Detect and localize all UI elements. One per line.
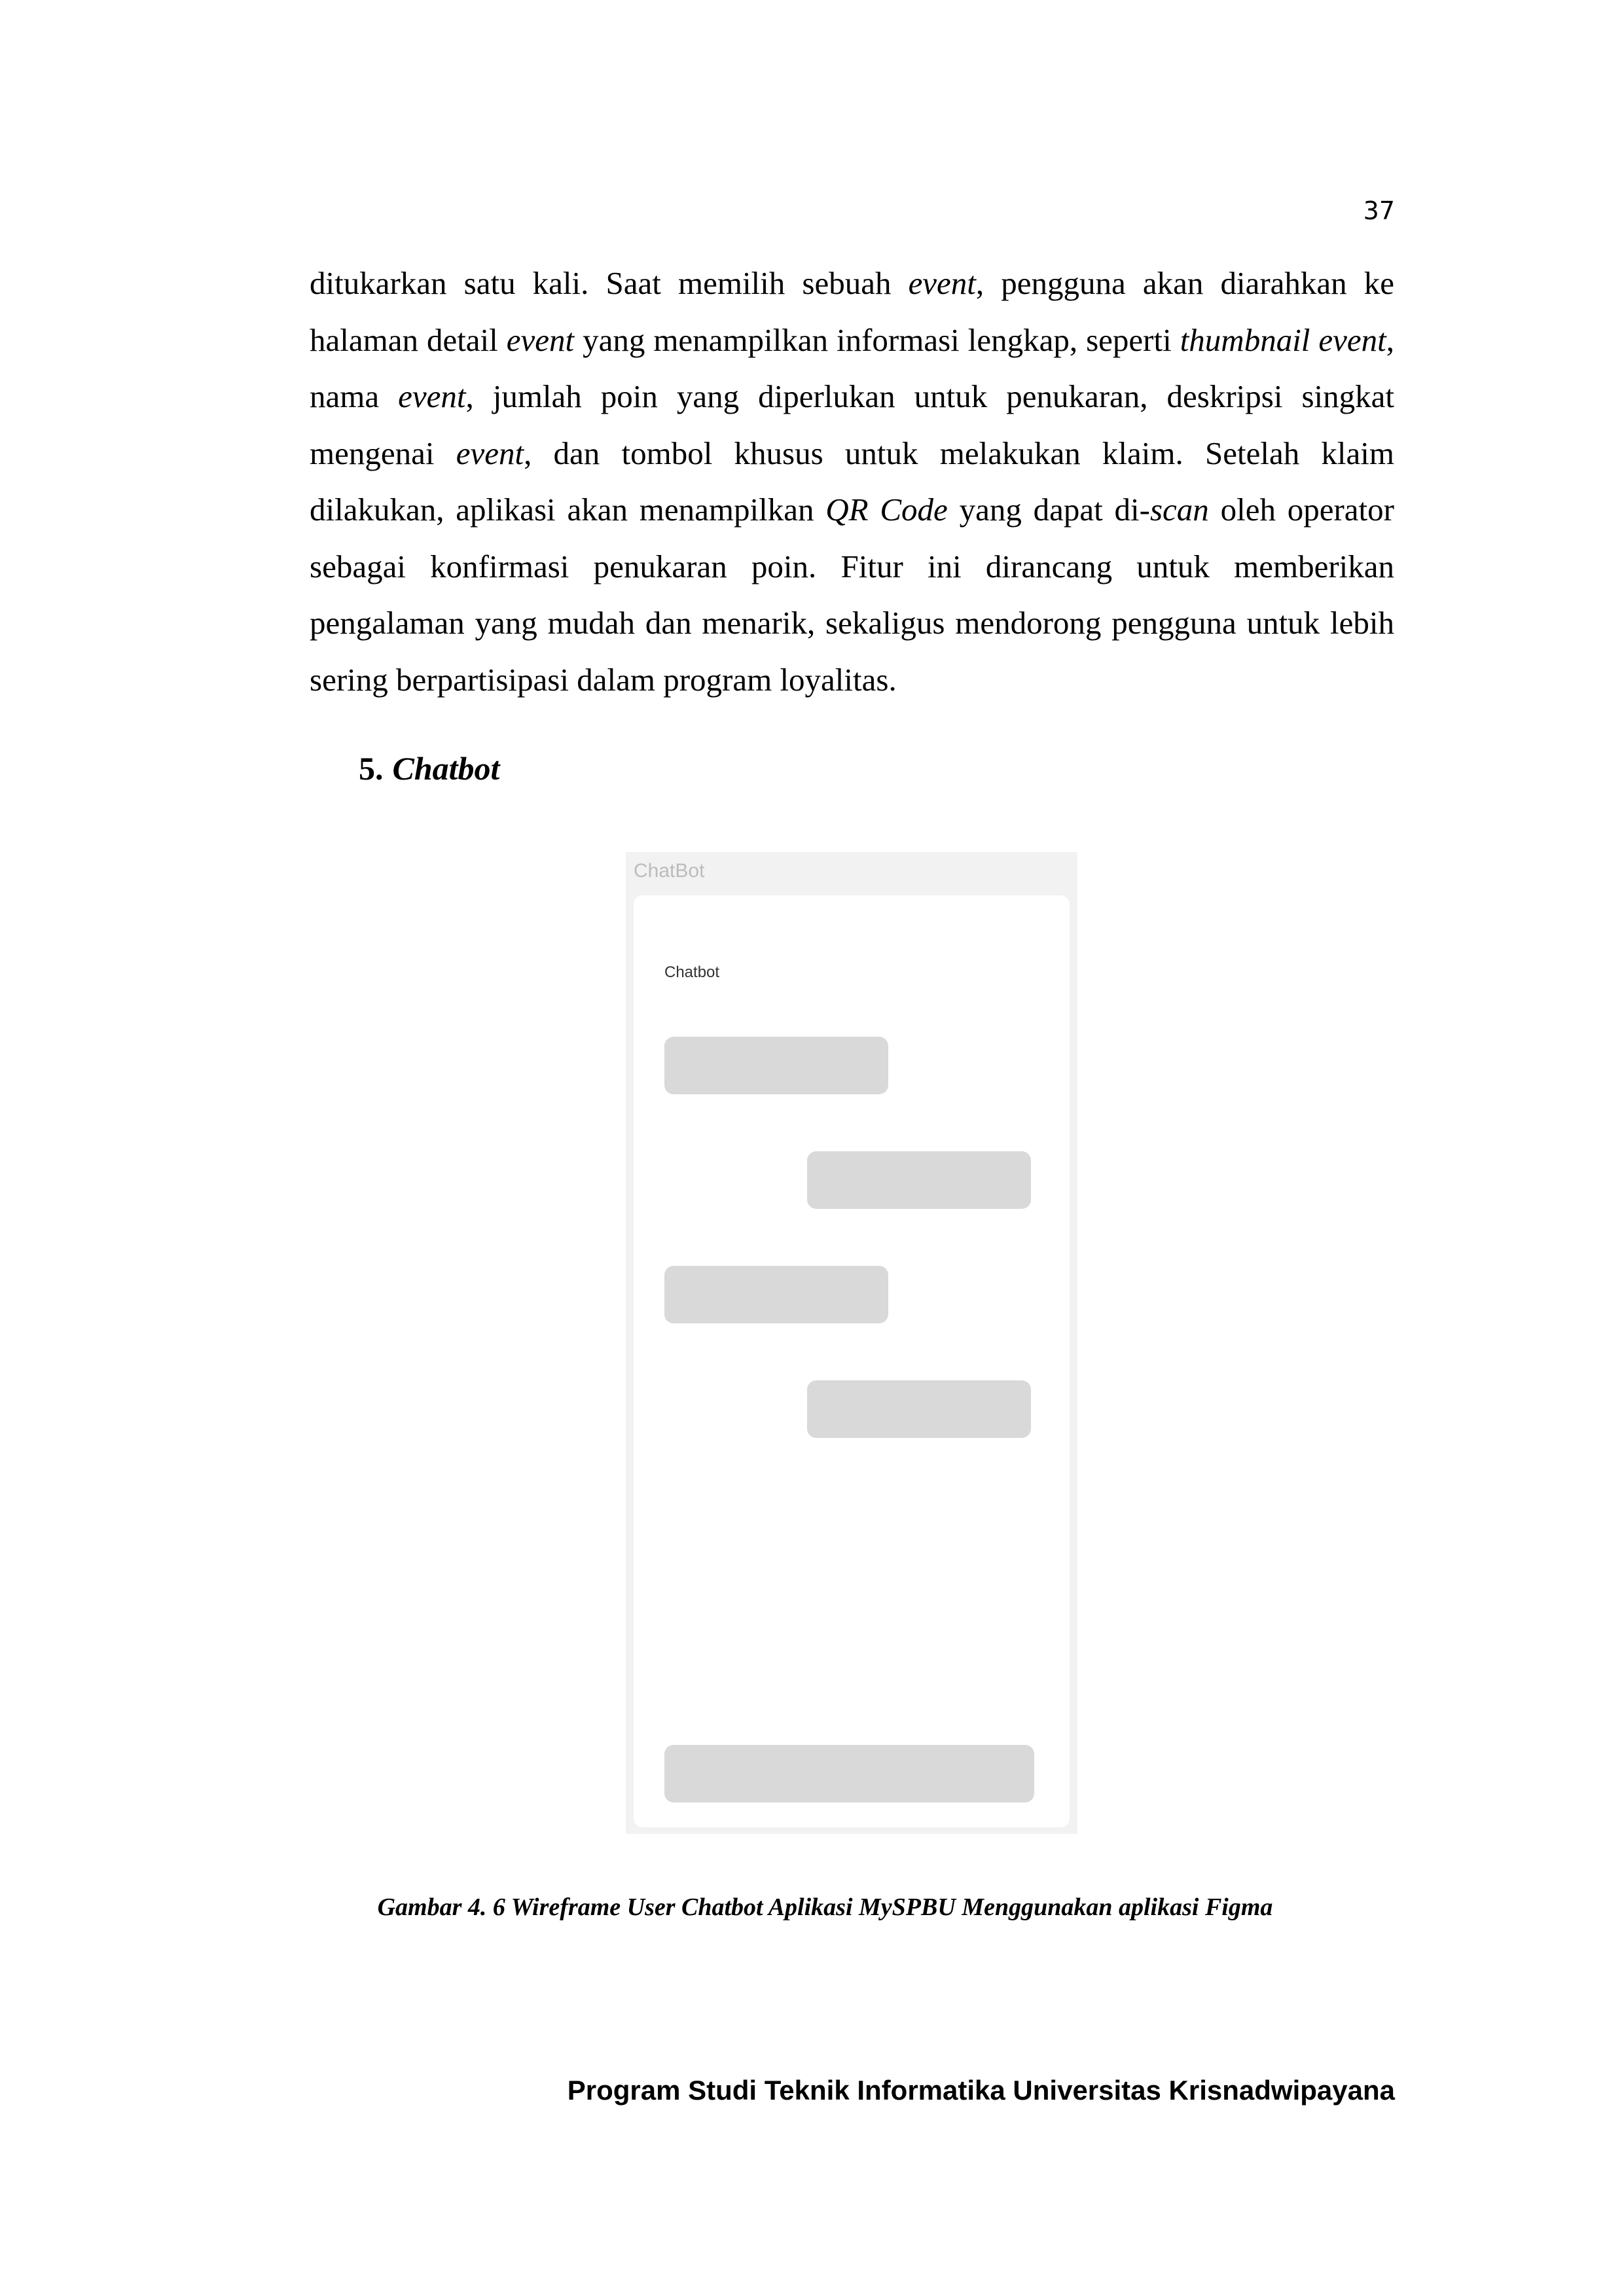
italic-term: event <box>398 378 466 414</box>
italic-term: event <box>908 265 976 301</box>
message-input-bar <box>664 1745 1034 1803</box>
italic-term: thumbnail event <box>1180 321 1386 358</box>
text-run: yang dapat di- <box>947 492 1150 528</box>
chatbot-wireframe-figure: ChatBot Chatbot <box>626 852 1077 1834</box>
italic-term: event <box>456 435 524 471</box>
frame-label: ChatBot <box>634 860 705 882</box>
chatbot-screen: Chatbot <box>634 895 1070 1827</box>
user-message-bubble <box>807 1151 1031 1209</box>
section-title: Chatbot <box>392 750 500 787</box>
text-run: ditukarkan satu kali. Saat memilih sebua… <box>310 265 909 301</box>
section-number: 5. <box>359 750 384 787</box>
screen-title: Chatbot <box>664 963 720 981</box>
page-number: 37 <box>1363 196 1395 225</box>
figure-caption: Gambar 4. 6 Wireframe User Chatbot Aplik… <box>377 1893 1273 1921</box>
page-footer: Program Studi Teknik Informatika Univers… <box>567 2075 1395 2106</box>
bot-message-bubble <box>664 1037 888 1094</box>
text-run: yang menampilkan informasi lengkap, sepe… <box>574 321 1180 358</box>
body-paragraph: ditukarkan satu kali. Saat memilih sebua… <box>310 255 1394 708</box>
bot-message-bubble <box>664 1266 888 1323</box>
user-message-bubble <box>807 1380 1031 1438</box>
italic-term: event <box>506 321 575 358</box>
italic-term: QR Code <box>825 492 948 528</box>
section-heading: 5. Chatbot <box>359 749 499 787</box>
italic-term: scan <box>1149 492 1209 528</box>
